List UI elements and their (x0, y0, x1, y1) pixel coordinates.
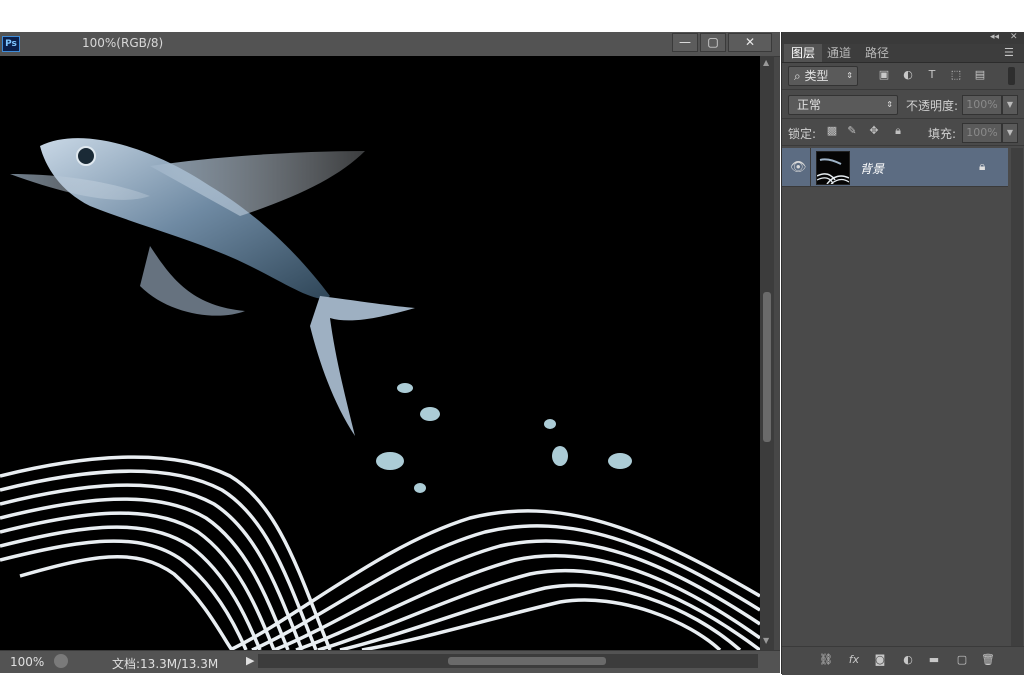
panel-menu-icon[interactable]: ☰ (1004, 46, 1014, 59)
panel-bottom-toolbar: ⛓ fx ◙ ◐ ▬ ▢ 🗑︎ (782, 646, 1024, 675)
image-filter-icon[interactable]: ▣ (878, 69, 890, 80)
layer-thumbnail-art (817, 152, 849, 184)
filter-kind-select[interactable]: ⌕ 类型 ⇕ (788, 66, 858, 86)
tab-layers[interactable]: 图层 (784, 44, 823, 62)
layer-filter-row: ⌕ 类型 ⇕ ▣ ◐ T ⬚ ▤ (782, 63, 1024, 90)
layer-thumbnail[interactable] (816, 151, 850, 185)
layers-scrollbar[interactable] (1011, 148, 1023, 648)
fill-label: 填充: (928, 127, 957, 141)
filter-kind-label: ⌕ 类型 (794, 69, 829, 83)
visibility-eye-icon[interactable]: 👁︎ (790, 160, 807, 175)
tab-channels[interactable]: 通道 (820, 44, 858, 62)
close-button[interactable]: ✕ (728, 33, 772, 52)
image-canvas[interactable] (0, 56, 760, 650)
lock-transparent-pixels-icon[interactable]: ▩ (826, 125, 838, 137)
wave-lines (0, 455, 760, 650)
opacity-input[interactable]: 100% (962, 95, 1002, 115)
status-bar: 100% 文档:13.3M/13.3M ▶ (0, 650, 780, 673)
lock-row: 锁定: ▩ ✎ ✥ 🔒︎ 填充: 100% ▼ (782, 119, 1024, 146)
status-info-icon[interactable] (54, 654, 68, 668)
lock-position-icon[interactable]: ✥ (868, 125, 880, 137)
water-splash (376, 383, 632, 493)
photoshop-logo-icon: Ps (2, 36, 20, 52)
layer-lock-icon: 🔒︎ (979, 159, 986, 173)
minimize-button[interactable]: — (672, 33, 698, 52)
document-size-info: 文档:13.3M/13.3M (112, 657, 219, 671)
canvas-vertical-scrollbar[interactable]: ▲ ▼ (760, 56, 774, 650)
delete-layer-trash-icon[interactable]: 🗑︎ (980, 653, 996, 667)
shape-filter-icon[interactable]: ⬚ (950, 69, 962, 80)
new-adjustment-layer-icon[interactable]: ◐ (900, 653, 916, 667)
collapse-panel-icon[interactable]: ◂◂ (990, 32, 999, 42)
lock-all-icon[interactable]: 🔒︎ (892, 125, 904, 137)
scroll-up-icon[interactable]: ▲ (763, 58, 769, 67)
panel-header-strip: ◂◂ ✕ (782, 32, 1024, 44)
maximize-button[interactable]: ▢ (700, 33, 726, 52)
vertical-scroll-thumb[interactable] (763, 292, 771, 442)
blend-mode-value: 正常 (797, 98, 822, 112)
status-menu-arrow-icon[interactable]: ▶ (246, 654, 254, 667)
link-layers-icon[interactable]: ⛓ (818, 653, 834, 667)
fill-dropdown-icon[interactable]: ▼ (1002, 123, 1018, 143)
add-mask-icon[interactable]: ◙ (872, 653, 888, 667)
filter-toggle-switch[interactable] (1008, 67, 1015, 85)
panel-tabs: 图层 通道 路径 ☰ (782, 44, 1024, 63)
opacity-dropdown-icon[interactable]: ▼ (1002, 95, 1018, 115)
document-window: Ps 100%(RGB/8) — ▢ ✕ ▲ ▼ 100% 文档:13.3M/1… (0, 32, 780, 673)
layer-style-fx-icon[interactable]: fx (846, 653, 862, 667)
lock-image-pixels-icon[interactable]: ✎ (846, 125, 858, 137)
layer-row-background[interactable]: 👁︎ 背景 🔒︎ (782, 148, 1008, 187)
dropdown-arrows-icon: ⇕ (886, 100, 893, 109)
smart-object-filter-icon[interactable]: ▤ (974, 69, 986, 80)
flying-fish-figure (10, 138, 415, 436)
layers-panel: ◂◂ ✕ 图层 通道 路径 ☰ ⌕ 类型 ⇕ ▣ ◐ T ⬚ ▤ 正常 ⇕ 不透… (781, 32, 1024, 675)
opacity-label: 不透明度: (906, 99, 959, 113)
canvas-horizontal-scrollbar[interactable] (258, 654, 758, 668)
lock-label: 锁定: (788, 127, 817, 141)
blend-row: 正常 ⇕ 不透明度: 100% ▼ (782, 90, 1024, 119)
layer-name[interactable]: 背景 (860, 160, 884, 177)
layer-row-divider (810, 148, 811, 186)
scroll-down-icon[interactable]: ▼ (763, 636, 769, 645)
horizontal-scroll-thumb[interactable] (448, 657, 606, 665)
document-title-bar[interactable]: Ps 100%(RGB/8) — ▢ ✕ (0, 32, 780, 57)
close-panel-icon[interactable]: ✕ (1010, 32, 1018, 42)
dropdown-arrows-icon: ⇕ (846, 71, 853, 80)
zoom-level-field[interactable]: 100% (10, 655, 44, 669)
new-layer-icon[interactable]: ▢ (954, 653, 970, 667)
type-filter-icon[interactable]: T (926, 69, 938, 80)
new-group-folder-icon[interactable]: ▬ (926, 653, 942, 667)
blend-mode-select[interactable]: 正常 ⇕ (788, 95, 898, 115)
document-title: 100%(RGB/8) (82, 36, 164, 50)
adjustment-filter-icon[interactable]: ◐ (902, 69, 914, 80)
fill-input[interactable]: 100% (962, 123, 1002, 143)
tab-paths[interactable]: 路径 (858, 44, 896, 62)
canvas-artwork (0, 138, 760, 650)
